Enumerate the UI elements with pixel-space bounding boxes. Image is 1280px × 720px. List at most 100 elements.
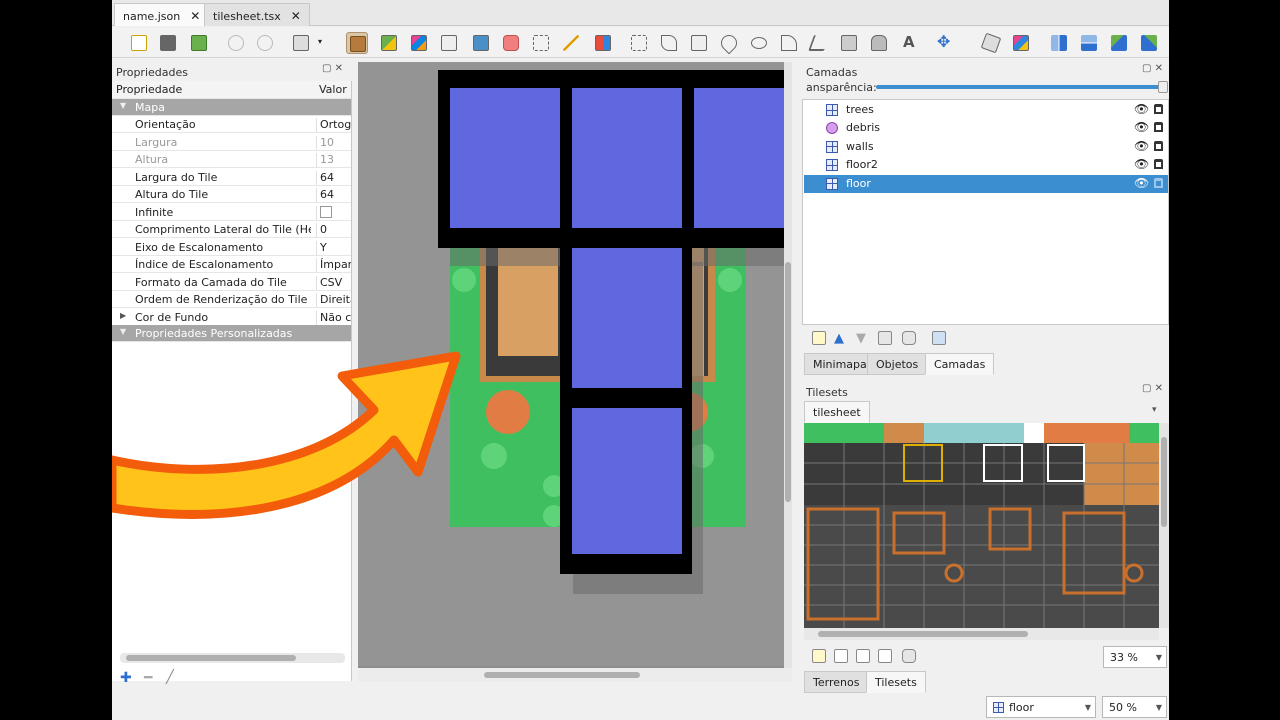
layer-row-floor[interactable]: floor 👁: [804, 174, 1168, 193]
insert-tile-icon[interactable]: [838, 32, 860, 54]
layer-row-walls[interactable]: walls 👁: [804, 138, 1168, 156]
infinite-checkbox[interactable]: [316, 205, 351, 220]
chevron-down-icon[interactable]: ▼: [1085, 703, 1091, 712]
property-value[interactable]: 13: [316, 153, 351, 167]
insert-polyline-icon[interactable]: [808, 32, 830, 54]
stamp-brush-icon[interactable]: [346, 32, 368, 54]
lock-icon[interactable]: [1154, 122, 1163, 133]
tab-tilesets[interactable]: Tilesets: [866, 671, 926, 693]
chevron-down-icon[interactable]: ▼: [1156, 653, 1162, 662]
select-same-tile-icon[interactable]: [592, 32, 614, 54]
group-mapa[interactable]: ▼ Mapa: [112, 99, 351, 116]
visibility-eye-icon[interactable]: 👁: [1134, 120, 1149, 134]
property-value[interactable]: 0: [316, 223, 351, 237]
chevron-down-icon[interactable]: ▼: [1156, 703, 1162, 712]
insert-point-icon[interactable]: [717, 31, 741, 55]
property-row[interactable]: Altura 13: [112, 151, 351, 168]
property-value[interactable]: Ortogo: [316, 118, 351, 132]
canvas-vertical-scrollbar[interactable]: [784, 62, 792, 668]
property-row[interactable]: Eixo de Escalonamento Y: [112, 239, 351, 256]
lock-icon[interactable]: [1154, 159, 1163, 170]
raise-layer-icon[interactable]: ▲: [834, 331, 848, 346]
layer-row-floor2[interactable]: floor2 👁: [804, 156, 1168, 174]
property-row[interactable]: Orientação Ortogo: [112, 116, 351, 133]
tileset-view[interactable]: [804, 423, 1159, 628]
bucket-fill-icon[interactable]: [438, 32, 460, 54]
lock-icon[interactable]: [1154, 104, 1163, 114]
tileset-tab[interactable]: tilesheet: [804, 401, 870, 423]
insert-polygon-icon[interactable]: [778, 32, 800, 54]
lock-icon[interactable]: [1154, 177, 1163, 188]
lower-layer-icon[interactable]: ▼: [856, 331, 870, 346]
new-layer-icon[interactable]: [812, 331, 826, 345]
rotate-left-icon[interactable]: [1108, 32, 1130, 54]
move-icon[interactable]: ✥: [934, 32, 956, 54]
magic-wand-icon[interactable]: [560, 32, 582, 54]
remove-tileset-icon[interactable]: [902, 649, 916, 663]
wang-brush-icon[interactable]: [408, 32, 430, 54]
property-row[interactable]: Formato da Camada do Tile CSV: [112, 274, 351, 291]
visibility-eye-icon[interactable]: 👁: [1134, 157, 1149, 171]
redo-icon[interactable]: [254, 32, 276, 54]
import-tileset-icon[interactable]: [834, 649, 848, 663]
open-icon[interactable]: [157, 32, 179, 54]
visibility-eye-icon[interactable]: 👁: [1134, 176, 1149, 190]
property-value[interactable]: 10: [316, 135, 351, 150]
rectangle-select-icon[interactable]: [530, 32, 552, 54]
tab-terrenos[interactable]: Terrenos: [804, 671, 869, 693]
terrain-brush-icon[interactable]: [378, 32, 400, 54]
tab-tilesheet-tsx[interactable]: tilesheet.tsx ✕: [204, 3, 310, 26]
property-value[interactable]: Y: [316, 240, 351, 255]
dock-float-close-icon[interactable]: ▢ ✕: [1142, 383, 1163, 394]
insert-template-icon[interactable]: [868, 32, 890, 54]
remove-property-icon[interactable]: ━: [144, 670, 152, 686]
property-value[interactable]: Não co: [316, 310, 351, 325]
property-row[interactable]: Comprimento Lateral do Tile (Hex) 0: [112, 221, 351, 238]
undo-icon[interactable]: [225, 32, 247, 54]
map-zoom-combo[interactable]: 50 % ▼: [1102, 696, 1167, 718]
tab-minimapa[interactable]: Minimapa: [804, 353, 876, 375]
horizontal-scrollbar[interactable]: [120, 653, 345, 663]
wang-fill-mode-icon[interactable]: [1010, 32, 1032, 54]
layer-row-debris[interactable]: debris 👁: [804, 119, 1168, 137]
duplicate-layer-icon[interactable]: [878, 331, 892, 345]
export-tileset-icon[interactable]: [856, 649, 870, 663]
flip-horizontal-icon[interactable]: [1048, 32, 1070, 54]
opacity-slider-handle[interactable]: [1158, 81, 1168, 93]
insert-ellipse-icon[interactable]: [748, 32, 770, 54]
property-row[interactable]: Ordem de Renderização do Tile Direita: [112, 291, 351, 308]
property-value[interactable]: 64: [316, 188, 351, 202]
close-icon[interactable]: ✕: [190, 9, 200, 23]
expand-arrow-icon[interactable]: ▶: [120, 311, 126, 320]
visibility-eye-icon[interactable]: 👁: [1134, 102, 1149, 116]
tab-camadas[interactable]: Camadas: [925, 353, 995, 375]
new-map-icon[interactable]: [128, 32, 150, 54]
collapse-arrow-icon[interactable]: ▼: [120, 101, 126, 110]
command-icon[interactable]: ▾: [290, 32, 328, 54]
add-property-icon[interactable]: ✚: [120, 670, 132, 686]
property-row[interactable]: Altura do Tile 64: [112, 186, 351, 203]
property-row[interactable]: ▶ Cor de Fundo Não co: [112, 309, 351, 326]
shape-fill-icon[interactable]: [470, 32, 492, 54]
select-objects-icon[interactable]: [628, 32, 650, 54]
property-row[interactable]: Infinite: [112, 204, 351, 221]
random-mode-icon[interactable]: [980, 32, 1002, 54]
insert-text-icon[interactable]: A: [898, 32, 920, 54]
flip-vertical-icon[interactable]: [1078, 32, 1100, 54]
tileset-horizontal-scrollbar[interactable]: [804, 628, 1159, 640]
eraser-icon[interactable]: [500, 32, 522, 54]
rotate-right-icon[interactable]: [1138, 32, 1160, 54]
property-row[interactable]: Largura do Tile 64: [112, 169, 351, 186]
property-row[interactable]: Largura 10: [112, 134, 351, 151]
save-icon[interactable]: [188, 32, 210, 54]
visibility-eye-icon[interactable]: 👁: [1134, 139, 1149, 153]
delete-layer-icon[interactable]: [902, 331, 916, 345]
tileset-menu-icon[interactable]: ▾: [1152, 405, 1157, 415]
tileset-vertical-scrollbar[interactable]: [1159, 423, 1169, 628]
edit-tileset-icon[interactable]: [878, 649, 892, 663]
toggle-other-layers-icon[interactable]: [932, 331, 946, 345]
insert-rectangle-icon[interactable]: [688, 32, 710, 54]
layer-row-trees[interactable]: trees 👁: [804, 101, 1168, 119]
close-icon[interactable]: ✕: [291, 9, 301, 23]
new-tileset-icon[interactable]: [812, 649, 826, 663]
